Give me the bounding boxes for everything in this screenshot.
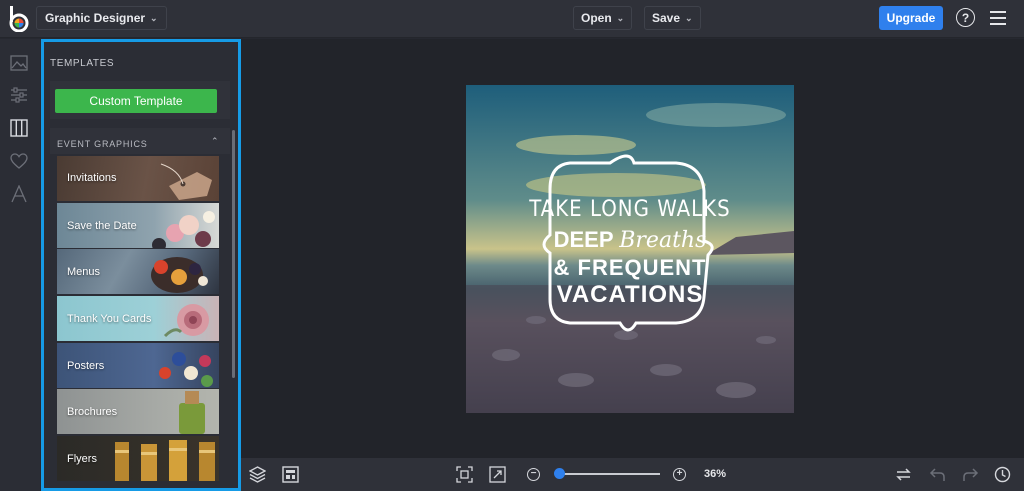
open-button[interactable]: Open ⌄ xyxy=(573,6,633,30)
tile-label: Flyers xyxy=(67,453,97,466)
layout-icon[interactable] xyxy=(282,466,299,483)
layout-columns-icon[interactable] xyxy=(10,119,28,137)
tile-menus[interactable]: Menus xyxy=(57,249,219,295)
sliders-icon[interactable] xyxy=(10,86,28,104)
redo-icon[interactable] xyxy=(962,466,979,483)
swap-icon[interactable] xyxy=(895,466,912,483)
panel-scrollbar[interactable] xyxy=(232,130,235,378)
zoom-level: 36% xyxy=(704,468,727,480)
heart-icon[interactable] xyxy=(10,152,28,170)
save-label: Save xyxy=(652,11,681,25)
save-button[interactable]: Save ⌄ xyxy=(644,6,701,30)
help-icon[interactable]: ? xyxy=(956,8,975,27)
tile-invitations[interactable]: Invitations xyxy=(57,156,219,201)
chevron-up-icon[interactable]: ⌃ xyxy=(211,136,219,147)
custom-template-button[interactable]: Custom Template xyxy=(55,89,217,113)
text-icon[interactable] xyxy=(10,185,28,203)
image-icon[interactable] xyxy=(10,54,28,72)
poster-line-2: DEEP Breaths xyxy=(466,227,794,253)
hamburger-menu-icon[interactable] xyxy=(990,11,1006,25)
app-mode-label: Graphic Designer xyxy=(45,11,146,25)
poster-line-4: VACATIONS xyxy=(556,281,704,308)
zoom-slider-track[interactable] xyxy=(558,473,660,475)
tile-label: Thank You Cards xyxy=(67,313,152,326)
layers-icon[interactable] xyxy=(249,466,266,483)
chevron-down-icon: ⌄ xyxy=(685,12,693,23)
history-icon[interactable] xyxy=(994,466,1011,483)
left-tool-rail xyxy=(0,39,40,491)
actual-size-icon[interactable] xyxy=(489,466,506,483)
tile-posters[interactable]: Posters xyxy=(57,342,219,388)
poster-line-2a: DEEP xyxy=(553,227,614,252)
poster-line-2b: Breaths xyxy=(619,228,707,253)
poster-line-1: TAKE LONG WALKS xyxy=(529,197,731,222)
tile-label: Menus xyxy=(67,266,101,279)
chevron-down-icon: ⌄ xyxy=(616,12,625,23)
tile-label: Posters xyxy=(67,359,105,372)
tile-brochures[interactable]: Brochures xyxy=(57,389,219,435)
template-tiles: Invitations Save the Date Menus Thank Yo… xyxy=(57,156,219,483)
design-poster[interactable]: TAKE LONG WALKS DEEP Breaths & FREQUENT … xyxy=(466,85,794,413)
befunky-logo-icon[interactable] xyxy=(8,6,32,32)
tile-label: Invitations xyxy=(67,172,117,184)
undo-icon[interactable] xyxy=(929,466,946,483)
tile-thank-you-cards[interactable]: Thank You Cards xyxy=(57,296,219,342)
zoom-slider-handle[interactable] xyxy=(553,468,565,479)
tile-label: Save the Date xyxy=(67,219,137,232)
tile-label: Brochures xyxy=(67,406,118,419)
tile-save-the-date[interactable]: Save the Date xyxy=(57,202,219,248)
upgrade-button[interactable]: Upgrade xyxy=(879,6,943,30)
top-bar: Graphic Designer ⌄ Open ⌄ Save ⌄ Upgrade… xyxy=(0,0,1024,38)
zoom-in-icon[interactable]: + xyxy=(673,468,686,481)
section-title: EVENT GRAPHICS xyxy=(57,139,148,149)
templates-panel-content: TEMPLATES Custom Template EVENT GRAPHICS… xyxy=(44,42,238,488)
tile-flyers[interactable]: Flyers xyxy=(57,436,219,482)
chevron-down-icon: ⌄ xyxy=(150,12,158,23)
poster-line-3: & FREQUENT xyxy=(553,255,707,280)
panel-title: TEMPLATES xyxy=(50,58,115,69)
open-label: Open xyxy=(581,11,612,25)
app-mode-dropdown[interactable]: Graphic Designer ⌄ xyxy=(36,6,167,30)
zoom-out-icon[interactable]: − xyxy=(527,468,540,481)
fit-to-screen-icon[interactable] xyxy=(456,466,473,483)
